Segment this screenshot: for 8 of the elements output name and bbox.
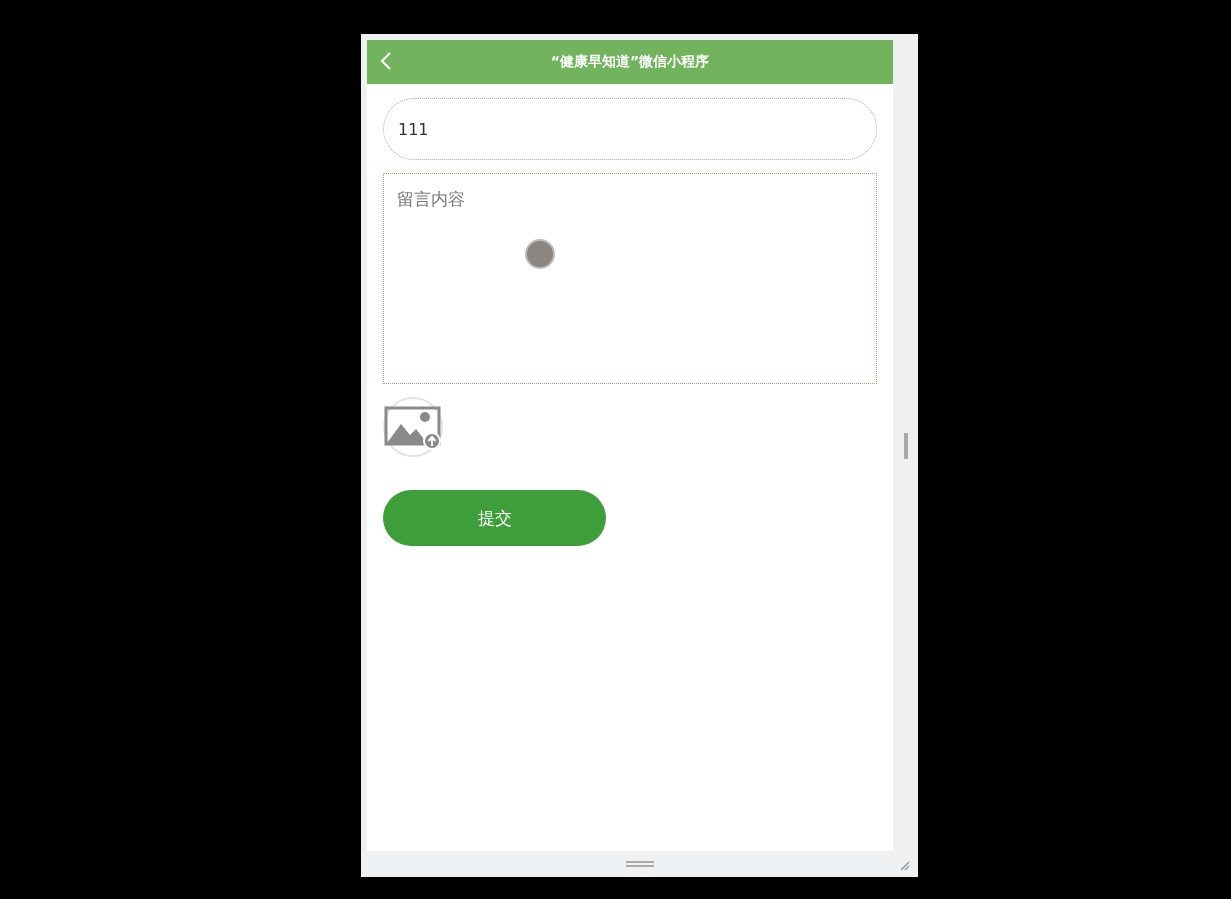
title-field[interactable]: 111 bbox=[383, 98, 877, 160]
back-icon[interactable] bbox=[380, 51, 392, 71]
resize-grip-icon[interactable] bbox=[898, 859, 910, 871]
resize-handle[interactable] bbox=[625, 861, 654, 867]
content-field[interactable]: 留言内容 bbox=[383, 173, 877, 384]
resize-handle[interactable] bbox=[903, 432, 908, 459]
image-upload-icon[interactable] bbox=[383, 397, 443, 457]
page-title: “健康早知道”微信小程序 bbox=[550, 53, 710, 71]
